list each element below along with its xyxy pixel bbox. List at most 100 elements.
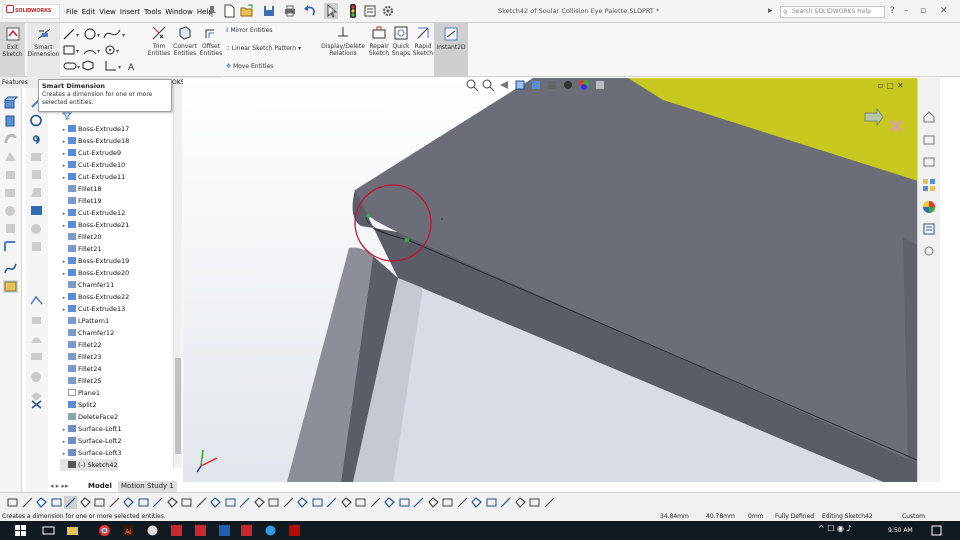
hole-wizard-icon[interactable] (3, 222, 18, 235)
smart-dimension-button[interactable]: Smart Dimension (27, 23, 60, 77)
chrome-icon[interactable] (98, 524, 111, 537)
split-line-icon[interactable] (29, 294, 44, 307)
new-document-icon[interactable] (222, 3, 236, 19)
tree-item[interactable]: ▸ Cut-Extrude9 (60, 147, 121, 159)
pin-icon[interactable] (205, 3, 219, 19)
settings-gear-icon[interactable] (381, 3, 395, 19)
appearances-icon[interactable] (922, 200, 936, 214)
tree-item[interactable]: ▸ Boss-Extrude20 (60, 267, 129, 279)
tab-model[interactable]: Model (88, 481, 112, 492)
tree-item[interactable]: Fillet24 (60, 363, 102, 375)
undo-icon[interactable] (303, 3, 317, 19)
edge-icon[interactable] (264, 524, 277, 537)
sketch-entity-tools[interactable]: ▾ ▾ ▾ ▾ ▾ ▾ ▾ ▾ A (62, 26, 144, 74)
render-icon[interactable] (427, 496, 440, 509)
solidworks-active-icon[interactable] (240, 524, 253, 537)
pan-icon[interactable] (398, 496, 411, 509)
filter-icon[interactable] (62, 112, 72, 120)
arrow-icon[interactable] (108, 496, 121, 509)
select-icon[interactable] (50, 496, 63, 509)
point-icon[interactable] (514, 496, 527, 509)
forum-icon[interactable] (922, 244, 936, 258)
solidworks-logo[interactable]: SOLIDWORKS (2, 4, 60, 19)
show-icon[interactable] (354, 496, 367, 509)
part-model[interactable] (183, 78, 940, 482)
rotate-icon[interactable] (383, 496, 396, 509)
print-icon[interactable] (283, 3, 297, 19)
design-library-icon[interactable] (922, 132, 936, 146)
tree-item[interactable]: LPattern1 (60, 315, 109, 327)
offset-entities-button[interactable]: Offset Entities (198, 25, 224, 57)
tree-item[interactable]: Fillet22 (60, 339, 102, 351)
origin-icon[interactable] (485, 496, 498, 509)
color-icon[interactable] (93, 496, 106, 509)
chamfer-icon[interactable] (209, 496, 222, 509)
section-view-icon[interactable] (513, 78, 527, 92)
move-body-icon[interactable] (29, 398, 44, 411)
extruded-boss-icon[interactable] (3, 96, 18, 109)
zoom-to-fit-icon[interactable] (465, 78, 479, 92)
rotate-view-icon[interactable] (29, 114, 44, 127)
restore-icon[interactable]: ▫ (920, 5, 926, 17)
task-view-icon[interactable] (42, 524, 55, 537)
line-format-icon[interactable] (79, 496, 92, 509)
rebuild-traffic-light-icon[interactable] (346, 3, 360, 19)
filter-icon[interactable] (6, 496, 19, 509)
display-icon[interactable] (543, 496, 556, 509)
edit-appearance-icon[interactable] (577, 78, 591, 92)
linear-pattern-icon[interactable] (267, 496, 280, 509)
tree-item[interactable]: Chamfer12 (60, 327, 114, 339)
tab-features[interactable]: Features (2, 77, 28, 88)
system-tray-icons[interactable]: ^ ☐ ◉ ♪ (818, 524, 852, 533)
rectangle-icon[interactable] (195, 496, 208, 509)
mirror-icon[interactable] (253, 496, 266, 509)
spiral-icon[interactable] (29, 132, 44, 145)
tree-item[interactable]: ▸ Cut-Extrude10 (60, 159, 125, 171)
curve-icon[interactable] (528, 496, 541, 509)
menu-view[interactable]: View (97, 6, 118, 18)
viewport-window-controls[interactable]: ▫▢✕ (878, 81, 907, 90)
menu-file[interactable]: File (64, 6, 80, 18)
rib-icon[interactable] (29, 168, 44, 181)
tree-item[interactable]: Fillet21 (60, 243, 102, 255)
planes-icon[interactable] (456, 496, 469, 509)
convert-entities-button[interactable]: Convert Entities (172, 25, 198, 57)
taskbar-clock[interactable]: 9:50 AM (888, 521, 913, 540)
sketch-3d-icon[interactable] (151, 496, 164, 509)
windows-start-icon[interactable] (14, 524, 27, 537)
relation-icon[interactable] (166, 496, 179, 509)
menu-edit[interactable]: Edit (80, 6, 98, 18)
wrap-icon[interactable] (29, 204, 44, 217)
tree-item[interactable]: Fillet23 (60, 351, 102, 363)
tree-scrollbar-thumb[interactable] (175, 358, 181, 454)
repair-sketch-button[interactable]: Repair Sketch (368, 25, 390, 57)
tree-item[interactable]: ▸ Boss-Extrude17 (60, 123, 129, 135)
draft-icon[interactable] (29, 186, 44, 199)
hide-icon[interactable] (340, 496, 353, 509)
tree-item[interactable]: ▸ Cut-Extrude12 (60, 207, 125, 219)
tree-item[interactable]: Fillet18 (60, 183, 102, 195)
intersect-icon[interactable] (29, 222, 44, 235)
solidworks-taskbar-icon-2[interactable] (194, 524, 207, 537)
fillet-icon[interactable] (238, 496, 251, 509)
exit-sketch-button[interactable]: Exit Sketch (0, 23, 25, 77)
tree-item[interactable]: Split2 (60, 399, 97, 411)
instant2d-button[interactable]: Instant2D (434, 23, 468, 77)
instant3d-icon[interactable] (3, 280, 18, 293)
menu-window[interactable]: Window (163, 6, 195, 18)
boundary-boss-icon[interactable] (3, 168, 18, 181)
fillet-icon[interactable] (3, 240, 18, 253)
file-explorer-icon[interactable] (922, 154, 936, 168)
shell-icon[interactable] (29, 150, 44, 163)
open-folder-icon[interactable] (240, 3, 254, 19)
search-dropdown-icon[interactable]: ▸ (768, 5, 773, 17)
tree-item[interactable]: ▸ Boss-Extrude18 (60, 135, 129, 147)
swept-boss-icon[interactable] (3, 132, 18, 145)
outlook-icon[interactable] (218, 524, 231, 537)
mirror-feature-icon[interactable] (29, 240, 44, 253)
circular-pattern-icon[interactable] (282, 496, 295, 509)
zoom-icon[interactable] (369, 496, 382, 509)
lofted-boss-icon[interactable] (3, 150, 18, 163)
appearance-icon[interactable] (441, 496, 454, 509)
app-icon-generic[interactable] (146, 524, 159, 537)
